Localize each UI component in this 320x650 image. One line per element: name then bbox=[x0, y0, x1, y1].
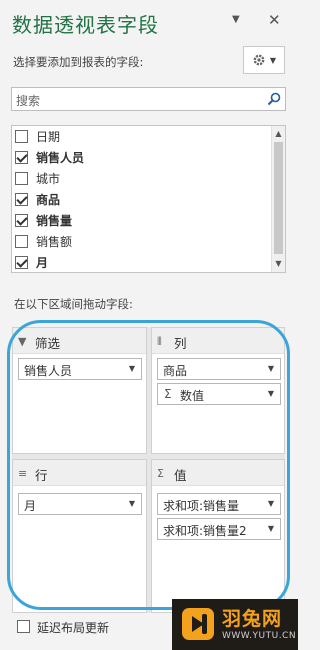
rows-area-title: 行 bbox=[35, 468, 48, 483]
choose-fields-label: 选择要添加到报表的字段: bbox=[13, 55, 144, 69]
field-checkbox[interactable] bbox=[15, 235, 28, 248]
field-label: 城市 bbox=[36, 172, 61, 186]
chevron-down-icon[interactable]: ▼ bbox=[129, 499, 135, 508]
values-area-header: Σ 值 bbox=[152, 460, 284, 486]
field-item-sales-qty[interactable]: 销售量 bbox=[12, 210, 72, 231]
chevron-down-icon[interactable]: ▼ bbox=[129, 364, 135, 373]
rows-area-header: ≡ 行 bbox=[13, 460, 146, 486]
field-checkbox[interactable] bbox=[15, 151, 28, 164]
rows-icon: ≡ bbox=[18, 467, 28, 480]
columns-area-title: 列 bbox=[174, 336, 187, 351]
watermark-name: 羽兔网 bbox=[222, 608, 283, 630]
column-field-values[interactable]: Σ 数值 ▼ bbox=[157, 383, 281, 405]
chevron-down-icon[interactable]: ▼ bbox=[268, 389, 274, 398]
area-divider-horizontal[interactable] bbox=[12, 454, 285, 459]
columns-icon: ⦀ bbox=[157, 335, 162, 348]
pill-label: 求和项:销售量2 bbox=[163, 524, 247, 538]
field-checkbox[interactable] bbox=[15, 193, 28, 206]
field-list-scrollbar[interactable]: ▲ ▼ bbox=[271, 126, 285, 272]
search-placeholder: 搜索 bbox=[16, 94, 41, 108]
gear-icon bbox=[253, 54, 265, 66]
field-list[interactable]: 日期 销售人员 城市 商品 销售量 销售额 月 ▲ ▼ bbox=[11, 125, 286, 273]
area-divider-vertical[interactable] bbox=[147, 327, 151, 613]
field-checkbox[interactable] bbox=[15, 214, 28, 227]
panel-title: 数据透视表字段 bbox=[12, 13, 159, 37]
field-checkbox[interactable] bbox=[15, 256, 28, 269]
filter-area-header: ▼ 筛选 bbox=[13, 328, 146, 354]
sigma-icon: Σ bbox=[164, 387, 172, 401]
field-checkbox[interactable] bbox=[15, 130, 28, 143]
pill-label: 商品 bbox=[163, 364, 188, 378]
close-icon[interactable]: ✕ bbox=[268, 11, 281, 29]
field-item-sales-amount[interactable]: 销售额 bbox=[12, 231, 72, 252]
field-label: 销售额 bbox=[36, 235, 73, 249]
filter-field-salesperson[interactable]: 销售人员 ▼ bbox=[18, 358, 142, 380]
scroll-up-icon[interactable]: ▲ bbox=[272, 127, 285, 141]
field-item-salesperson[interactable]: 销售人员 bbox=[12, 147, 84, 168]
sigma-icon: Σ bbox=[157, 467, 164, 480]
search-icon[interactable] bbox=[267, 92, 281, 106]
scrollbar-thumb[interactable] bbox=[274, 142, 283, 254]
field-label: 日期 bbox=[36, 130, 61, 144]
chevron-down-icon[interactable]: ▼ bbox=[268, 499, 274, 508]
field-item-city[interactable]: 城市 bbox=[12, 168, 60, 189]
field-item-product[interactable]: 商品 bbox=[12, 189, 60, 210]
value-field-sum-sales-qty[interactable]: 求和项:销售量 ▼ bbox=[157, 493, 281, 515]
scroll-down-icon[interactable]: ▼ bbox=[272, 257, 285, 271]
value-field-sum-sales-qty2[interactable]: 求和项:销售量2 ▼ bbox=[157, 518, 281, 540]
filter-area[interactable]: ▼ 筛选 销售人员 ▼ bbox=[12, 327, 147, 454]
field-label: 月 bbox=[36, 256, 49, 270]
defer-update-label: 延迟布局更新 bbox=[37, 621, 110, 635]
pill-label: 销售人员 bbox=[24, 364, 73, 378]
column-field-product[interactable]: 商品 ▼ bbox=[157, 358, 281, 380]
task-pane-options-icon[interactable]: ▼ bbox=[232, 14, 240, 25]
defer-update-checkbox[interactable] bbox=[17, 620, 30, 633]
pill-label: 月 bbox=[24, 499, 37, 513]
field-label: 商品 bbox=[36, 193, 61, 207]
search-input[interactable]: 搜索 bbox=[11, 87, 286, 111]
columns-area-header: ⦀ 列 bbox=[152, 328, 284, 354]
filter-area-title: 筛选 bbox=[35, 336, 61, 351]
values-area-title: 值 bbox=[174, 468, 187, 483]
row-field-month[interactable]: 月 ▼ bbox=[18, 493, 142, 515]
watermark-logo-icon bbox=[182, 608, 214, 640]
field-checkbox[interactable] bbox=[15, 172, 28, 185]
pill-label: 数值 bbox=[180, 389, 205, 403]
values-area[interactable]: Σ 值 求和项:销售量 ▼ 求和项:销售量2 ▼ bbox=[151, 459, 285, 613]
filter-icon: ▼ bbox=[18, 335, 27, 348]
field-item-date[interactable]: 日期 bbox=[12, 126, 60, 147]
chevron-down-icon: ▼ bbox=[269, 55, 277, 65]
field-label: 销售量 bbox=[36, 214, 73, 228]
chevron-down-icon[interactable]: ▼ bbox=[268, 524, 274, 533]
field-item-month[interactable]: 月 bbox=[12, 252, 49, 272]
chevron-down-icon[interactable]: ▼ bbox=[268, 364, 274, 373]
pill-label: 求和项:销售量 bbox=[163, 499, 240, 513]
columns-area[interactable]: ⦀ 列 商品 ▼ Σ 数值 ▼ bbox=[151, 327, 285, 454]
tools-button[interactable]: ▼ bbox=[243, 46, 285, 74]
rows-area[interactable]: ≡ 行 月 ▼ bbox=[12, 459, 147, 613]
watermark-url: WWW.YUTU.CN bbox=[222, 631, 297, 641]
field-label: 销售人员 bbox=[36, 151, 85, 165]
watermark: 羽兔网 WWW.YUTU.CN bbox=[172, 599, 298, 650]
drag-fields-label: 在以下区域间拖动字段: bbox=[14, 297, 133, 311]
